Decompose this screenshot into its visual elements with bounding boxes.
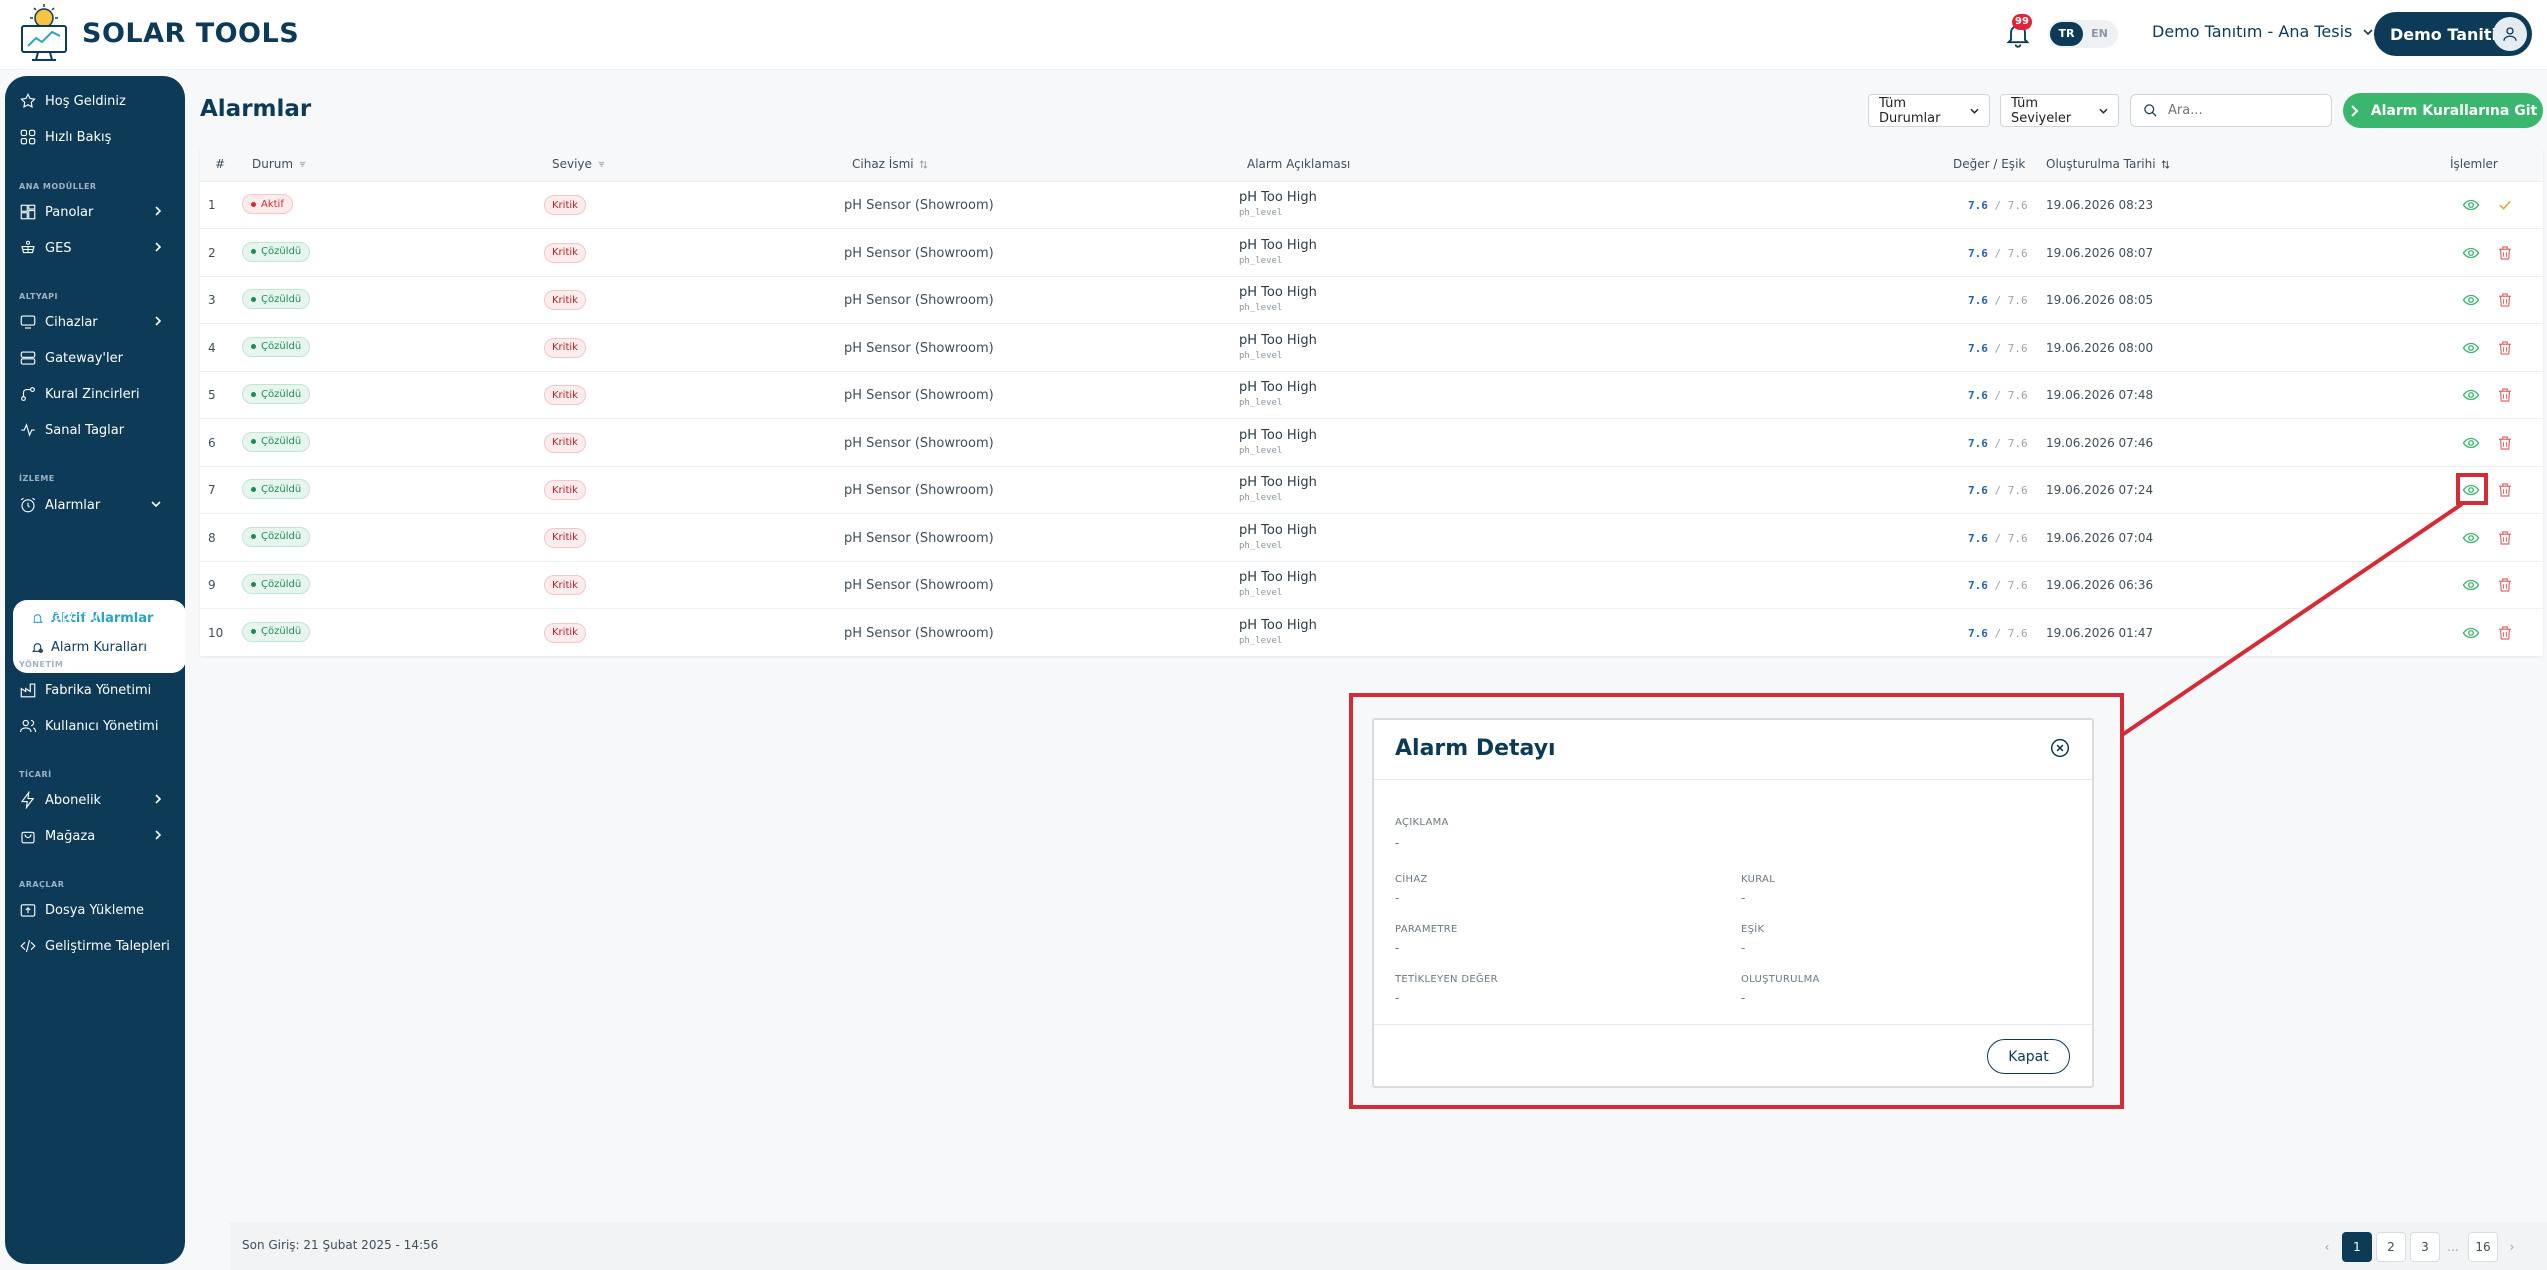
- field-value-threshold: -: [1741, 941, 1746, 955]
- modal-title: Alarm Detayı: [1395, 736, 1556, 761]
- app-root: SOLAR TOOLS 99 TR EN Demo Tanıtım - Ana …: [0, 0, 2547, 1270]
- pagination-page-1[interactable]: 1: [2342, 1232, 2372, 1262]
- field-label-created: OLUŞTURULMA: [1741, 974, 1820, 985]
- pagination-next[interactable]: ›: [2502, 1232, 2522, 1262]
- field-label-device: CİHAZ: [1395, 874, 1428, 885]
- field-value-parameter: -: [1395, 941, 1400, 955]
- divider: [1374, 779, 2092, 780]
- close-button[interactable]: Kapat: [1987, 1039, 2070, 1074]
- field-label-parameter: PARAMETRE: [1395, 924, 1458, 935]
- pagination-page-last[interactable]: 16: [2468, 1232, 2498, 1262]
- field-value-created: -: [1741, 991, 1746, 1005]
- field-label-description: AÇIKLAMA: [1395, 817, 1449, 828]
- close-icon[interactable]: [2050, 738, 2070, 758]
- pagination-prev[interactable]: ‹: [2317, 1232, 2337, 1262]
- field-value-device: -: [1395, 891, 1400, 905]
- field-label-rule: KURAL: [1741, 874, 1776, 885]
- field-value-rule: -: [1741, 891, 1746, 905]
- field-value-description: -: [1395, 836, 1400, 850]
- callout-connector: [2120, 502, 2464, 737]
- field-value-trigger-value: -: [1395, 991, 1400, 1005]
- alarm-detail-modal: Alarm Detayı AÇIKLAMA - CİHAZ - KURAL - …: [1372, 718, 2094, 1088]
- field-label-trigger-value: TETİKLEYEN DEĞER: [1395, 974, 1498, 985]
- footer: Son Giriş: 21 Şubat 2025 - 14:56 ‹ 1 2 3…: [230, 1222, 2547, 1270]
- last-login-text: Son Giriş: 21 Şubat 2025 - 14:56: [242, 1238, 439, 1252]
- divider: [1374, 1024, 2092, 1025]
- field-label-threshold: EŞİK: [1741, 924, 1765, 935]
- pagination-page-3[interactable]: 3: [2410, 1232, 2440, 1262]
- pagination-page-2[interactable]: 2: [2376, 1232, 2406, 1262]
- pagination-ellipsis: ...: [2447, 1240, 2459, 1254]
